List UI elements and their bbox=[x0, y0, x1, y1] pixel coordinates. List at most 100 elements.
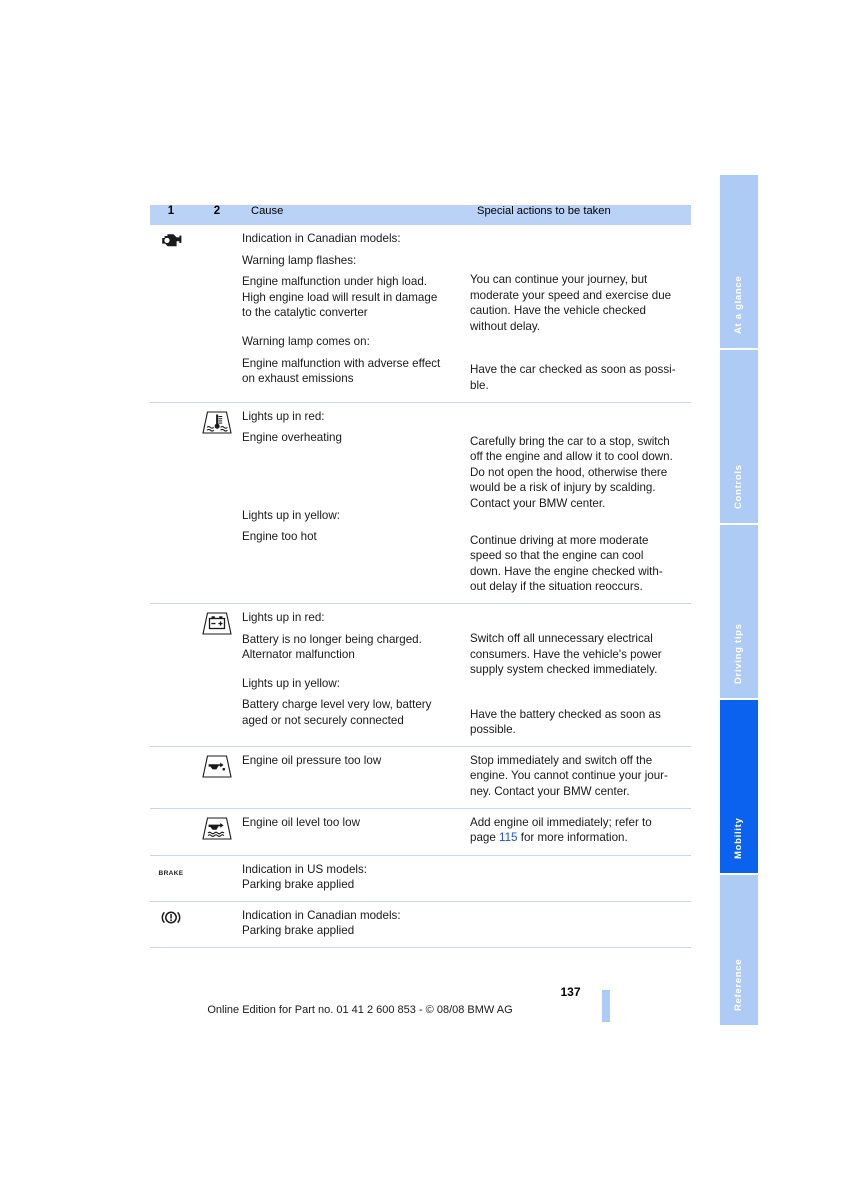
action-line: speed so that the engine can cool bbox=[470, 549, 644, 563]
warning-lamp-table: 1 2 Cause Special actions to be taken In… bbox=[150, 205, 691, 949]
action-line: Stop immediately and switch off the bbox=[470, 753, 653, 767]
cause-line: Parking brake applied bbox=[242, 878, 355, 892]
action-line: Have the battery checked as soon as bbox=[470, 707, 661, 721]
icon-cell-2 bbox=[192, 854, 242, 902]
icon-cell-2 bbox=[192, 401, 242, 604]
column-header-2: 2 bbox=[192, 205, 242, 225]
icon-cell-2 bbox=[192, 225, 242, 402]
cause-line: Warning lamp comes on: bbox=[242, 334, 370, 348]
footer-edition-text: Online Edition for Part no. 01 41 2 600 … bbox=[207, 1004, 513, 1016]
icon-cell-2 bbox=[192, 900, 242, 948]
action-cell: Carefully bring the car to a stop, switc… bbox=[470, 401, 691, 604]
sidebar-tab-label: Mobility bbox=[733, 817, 744, 860]
cause-line: Indication in Canadian models: bbox=[242, 908, 401, 922]
action-line: You can continue your journey, but bbox=[470, 273, 648, 286]
column-header-cause: Cause bbox=[242, 205, 470, 225]
table-row: Indication in Canadian models: Parking b… bbox=[150, 900, 691, 948]
action-line: Add engine oil immediately; refer to bbox=[470, 815, 652, 829]
warning-lamp-table-container: 1 2 Cause Special actions to be taken In… bbox=[150, 205, 691, 949]
engine-oil-level-icon bbox=[200, 815, 234, 842]
icon-cell-1 bbox=[150, 807, 192, 856]
action-cell: Switch off all unnecessary electrical co… bbox=[470, 602, 691, 747]
cause-cell: Lights up in red: Battery is no longer b… bbox=[242, 602, 470, 747]
icon-cell-2 bbox=[192, 745, 242, 809]
cause-line: High engine load will result in damage bbox=[242, 290, 438, 304]
engine-oil-pressure-icon bbox=[200, 753, 234, 780]
sidebar-tab-mobility[interactable]: Mobility bbox=[720, 700, 758, 875]
sidebar-tab-label: Reference bbox=[733, 958, 744, 1011]
sidebar-tab-controls[interactable]: Controls bbox=[720, 350, 758, 525]
action-line: ney. Contact your BMW center. bbox=[470, 785, 630, 799]
action-line: engine. You cannot continue your jour- bbox=[470, 769, 668, 783]
action-line: Switch off all unnecessary electrical bbox=[470, 631, 653, 645]
table-row: Lights up in red: Battery is no longer b… bbox=[150, 602, 691, 747]
cause-cell: Indication in Canadian models: Warning l… bbox=[242, 225, 470, 402]
action-cell: Add engine oil immediately; refer to pag… bbox=[470, 807, 691, 856]
action-line: caution. Have the vehicle checked bbox=[470, 304, 646, 318]
action-line: possible. bbox=[470, 723, 516, 737]
action-cell bbox=[470, 900, 691, 948]
cause-cell: Engine oil level too low bbox=[242, 807, 470, 856]
cause-cell: Lights up in red: Engine overheating Lig… bbox=[242, 401, 470, 604]
action-line: consumers. Have the vehicle's power bbox=[470, 647, 662, 661]
table-row: Lights up in red: Engine overheating Lig… bbox=[150, 401, 691, 604]
cause-line: Lights up in yellow: bbox=[242, 508, 340, 522]
icon-cell-1: BRAKE bbox=[150, 854, 192, 902]
action-line: down. Have the engine checked with- bbox=[470, 564, 663, 578]
cause-line: Engine overheating bbox=[242, 431, 342, 445]
action-line: Contact your BMW center. bbox=[470, 496, 606, 510]
action-line: off the engine and allow it to cool down… bbox=[470, 450, 673, 464]
footer-accent-bar bbox=[602, 990, 610, 1022]
sidebar-tab-driving-tips[interactable]: Driving tips bbox=[720, 525, 758, 700]
table-row: BRAKE Indication in US models: Parking b… bbox=[150, 854, 691, 902]
brake-text-icon: BRAKE bbox=[158, 869, 184, 877]
cause-cell: Indication in Canadian models: Parking b… bbox=[242, 900, 470, 948]
action-cell: You can continue your journey, but moder… bbox=[470, 225, 691, 402]
sidebar-tab-reference[interactable]: Reference bbox=[720, 875, 758, 1025]
cause-line: Battery is no longer being charged. bbox=[242, 632, 422, 646]
action-line: out delay if the situation reoccurs. bbox=[470, 580, 643, 594]
cause-line: Lights up in yellow: bbox=[242, 676, 340, 690]
cause-line: Indication in US models: bbox=[242, 862, 368, 876]
brake-warning-icon bbox=[160, 908, 182, 927]
action-line: Carefully bring the car to a stop, switc… bbox=[470, 434, 670, 448]
cause-line: Engine malfunction with adverse effect bbox=[242, 356, 441, 370]
cause-line: aged or not securely connected bbox=[242, 713, 404, 727]
icon-cell-2 bbox=[192, 807, 242, 856]
table-row: Engine oil level too low Add engine oil … bbox=[150, 807, 691, 856]
table-header-row: 1 2 Cause Special actions to be taken bbox=[150, 205, 691, 225]
cause-line: Engine too hot bbox=[242, 530, 317, 544]
cause-line: Engine oil pressure too low bbox=[242, 753, 382, 767]
sidebar-tab-at-a-glance[interactable]: At a glance bbox=[720, 175, 758, 350]
page-footer: 137 Online Edition for Part no. 01 41 2 … bbox=[0, 985, 720, 1016]
cause-cell: Indication in US models: Parking brake a… bbox=[242, 854, 470, 902]
action-line-with-page-reference: page 115 for more information. bbox=[470, 830, 691, 846]
action-line: Have the car checked as soon as possi- bbox=[470, 363, 676, 377]
cause-line: Engine oil level too low bbox=[242, 815, 360, 829]
table-row: Indication in Canadian models: Warning l… bbox=[150, 225, 691, 402]
sidebar-tab-label: Controls bbox=[733, 464, 744, 509]
action-line: would be a risk of injury by scalding. bbox=[470, 481, 656, 495]
page-word: page bbox=[470, 831, 500, 845]
action-line: moderate your speed and exercise due bbox=[470, 288, 672, 302]
cause-line: Battery charge level very low, battery bbox=[242, 698, 432, 712]
column-header-actions: Special actions to be taken bbox=[470, 205, 691, 225]
icon-cell-1 bbox=[150, 745, 192, 809]
page-reference-link[interactable]: 115 bbox=[499, 831, 517, 844]
icon-cell-1 bbox=[150, 225, 192, 402]
icon-cell-1 bbox=[150, 900, 192, 948]
battery-charge-icon bbox=[200, 610, 234, 637]
cause-line: on exhaust emissions bbox=[242, 372, 354, 386]
page-suffix: for more information. bbox=[517, 831, 628, 845]
icon-cell-1 bbox=[150, 602, 192, 747]
coolant-temperature-icon bbox=[200, 409, 234, 436]
icon-cell-1 bbox=[150, 401, 192, 604]
